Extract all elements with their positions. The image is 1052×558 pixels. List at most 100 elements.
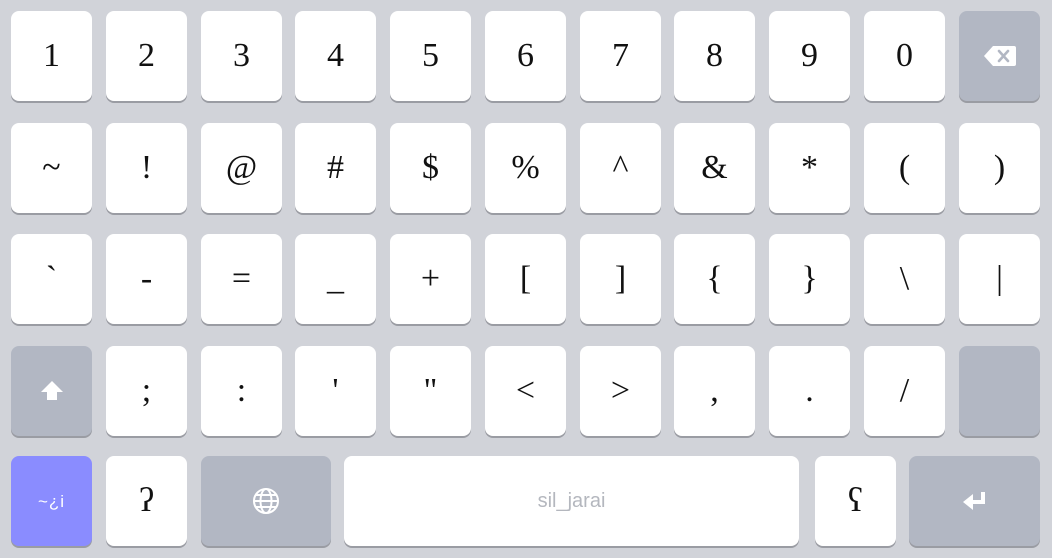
- key-3[interactable]: 3: [201, 11, 282, 101]
- backspace-icon: [983, 45, 1017, 67]
- key-less-than[interactable]: <: [485, 346, 566, 436]
- key-close-bracket[interactable]: ]: [580, 234, 661, 324]
- key-label: [: [519, 260, 532, 297]
- key-underscore[interactable]: _: [295, 234, 376, 324]
- key-label: 4: [327, 37, 344, 74]
- blank-function-key[interactable]: [959, 346, 1040, 436]
- key-label: #: [327, 149, 344, 186]
- key-6[interactable]: 6: [485, 11, 566, 101]
- key-open-brace[interactable]: {: [674, 234, 755, 324]
- key-backtick[interactable]: `: [11, 234, 92, 324]
- key-label: ;: [141, 372, 152, 409]
- key-backslash[interactable]: \: [864, 234, 945, 324]
- key-pharyngeal[interactable]: ʕ: [815, 456, 896, 546]
- key-label: &: [701, 149, 728, 186]
- key-label: 9: [801, 37, 818, 74]
- symbols-toggle-key[interactable]: ~¿i: [11, 456, 92, 546]
- key-open-bracket[interactable]: [: [485, 234, 566, 324]
- key-label: +: [420, 260, 441, 297]
- language-switch-key[interactable]: [201, 456, 331, 546]
- key-close-paren[interactable]: ): [959, 123, 1040, 213]
- key-minus[interactable]: -: [106, 234, 187, 324]
- key-semicolon[interactable]: ;: [106, 346, 187, 436]
- key-label: 3: [233, 37, 250, 74]
- key-4[interactable]: 4: [295, 11, 376, 101]
- key-label: @: [225, 149, 258, 186]
- key-label: 7: [612, 37, 629, 74]
- space-bar[interactable]: sil_jarai: [344, 456, 799, 546]
- key-ampersand[interactable]: &: [674, 123, 755, 213]
- shift-arrow-icon: [39, 379, 65, 403]
- enter-key[interactable]: [909, 456, 1040, 546]
- key-label: 6: [517, 37, 534, 74]
- key-label: ]: [614, 260, 627, 297]
- key-label: 0: [896, 37, 913, 74]
- key-label: ^: [612, 149, 629, 186]
- key-label: ʔ: [138, 482, 155, 519]
- key-slash[interactable]: /: [864, 346, 945, 436]
- key-tilde[interactable]: ~: [11, 123, 92, 213]
- key-hash[interactable]: #: [295, 123, 376, 213]
- key-label: 5: [422, 37, 439, 74]
- key-label: ʕ: [847, 482, 864, 519]
- key-label: 8: [706, 37, 723, 74]
- key-2[interactable]: 2: [106, 11, 187, 101]
- key-label: !: [140, 149, 153, 186]
- key-label: ,: [710, 372, 719, 409]
- key-asterisk[interactable]: *: [769, 123, 850, 213]
- key-9[interactable]: 9: [769, 11, 850, 101]
- key-label: |: [996, 260, 1003, 297]
- key-label: =: [231, 260, 252, 297]
- key-5[interactable]: 5: [390, 11, 471, 101]
- key-close-brace[interactable]: }: [769, 234, 850, 324]
- key-exclamation[interactable]: !: [106, 123, 187, 213]
- key-label: `: [45, 260, 58, 297]
- key-equals[interactable]: =: [201, 234, 282, 324]
- key-dollar[interactable]: $: [390, 123, 471, 213]
- globe-icon: [251, 486, 281, 516]
- key-greater-than[interactable]: >: [580, 346, 661, 436]
- key-label: }: [801, 260, 818, 297]
- key-1[interactable]: 1: [11, 11, 92, 101]
- key-double-quote[interactable]: ": [390, 346, 471, 436]
- key-label: {: [706, 260, 723, 297]
- key-label: ): [993, 149, 1006, 186]
- backspace-key[interactable]: [959, 11, 1040, 101]
- key-label: .: [805, 372, 814, 409]
- key-open-paren[interactable]: (: [864, 123, 945, 213]
- key-label: %: [511, 149, 540, 186]
- key-plus[interactable]: +: [390, 234, 471, 324]
- key-label: *: [801, 149, 818, 186]
- key-0[interactable]: 0: [864, 11, 945, 101]
- key-period[interactable]: .: [769, 346, 850, 436]
- key-7[interactable]: 7: [580, 11, 661, 101]
- key-label: :: [236, 372, 247, 409]
- key-apostrophe[interactable]: ': [295, 346, 376, 436]
- key-at[interactable]: @: [201, 123, 282, 213]
- key-label: \: [899, 260, 910, 297]
- key-label: 1: [43, 37, 60, 74]
- key-label: ~: [42, 149, 61, 186]
- key-label: ~¿i: [37, 491, 66, 511]
- key-caret[interactable]: ^: [580, 123, 661, 213]
- key-8[interactable]: 8: [674, 11, 755, 101]
- key-label: ': [332, 372, 339, 409]
- key-label: ": [423, 372, 438, 409]
- key-label: >: [610, 372, 631, 409]
- key-glottal-stop[interactable]: ʔ: [106, 456, 187, 546]
- key-pipe[interactable]: |: [959, 234, 1040, 324]
- key-label: -: [140, 260, 153, 297]
- virtual-keyboard: 1 2 3 4 5 6 7 8 9 0 ~ ! @ # $ % ^ & * ( …: [0, 0, 1052, 558]
- shift-key[interactable]: [11, 346, 92, 436]
- key-label: _: [327, 260, 344, 297]
- key-comma[interactable]: ,: [674, 346, 755, 436]
- key-label: 2: [138, 37, 155, 74]
- key-label: <: [515, 372, 536, 409]
- key-colon[interactable]: :: [201, 346, 282, 436]
- key-label: $: [422, 149, 439, 186]
- key-percent[interactable]: %: [485, 123, 566, 213]
- enter-return-icon: [960, 489, 990, 513]
- key-label: /: [899, 372, 910, 409]
- space-bar-label: sil_jarai: [537, 490, 606, 512]
- key-label: (: [898, 149, 911, 186]
